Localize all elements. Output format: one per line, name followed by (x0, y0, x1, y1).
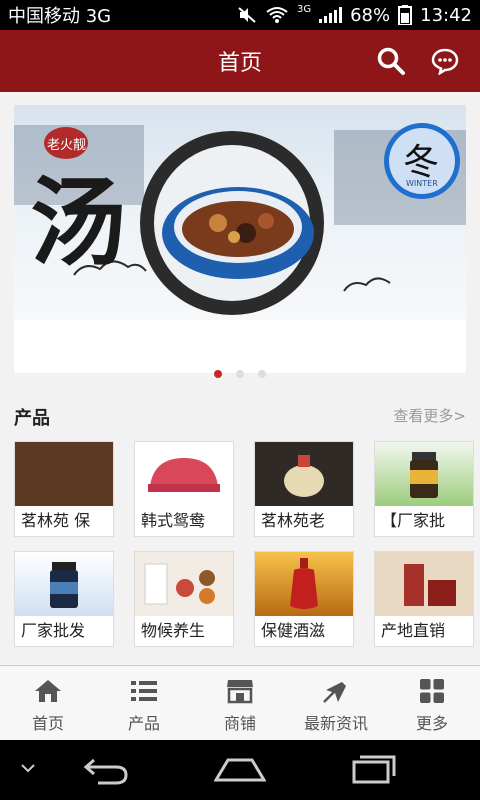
product-card[interactable]: 【厂家批 (374, 441, 474, 537)
product-card[interactable]: 物候养生 (134, 551, 234, 647)
carousel-indicator (0, 370, 480, 378)
product-name: 茗林苑老 (261, 511, 326, 530)
banner-seal-text: 老火靓 (47, 138, 87, 153)
home-icon (34, 678, 62, 704)
banner-winter-label: WINTER (406, 179, 438, 188)
product-name: 【厂家批 (381, 511, 446, 530)
battery-label: 68% (350, 4, 391, 26)
system-nav-bar (0, 740, 480, 800)
product-thumbnail (15, 442, 113, 506)
home-nav-icon (213, 758, 267, 782)
shop-icon (226, 678, 254, 704)
tab-more[interactable]: 更多 (384, 666, 480, 740)
product-card[interactable]: 保健酒滋 (254, 551, 354, 647)
tab-products[interactable]: 产品 (96, 666, 192, 740)
product-name: 厂家批发 (21, 621, 86, 640)
banner-carousel[interactable]: 汤 老火靓 冬 WINTER (14, 105, 466, 373)
list-icon (130, 678, 158, 704)
tab-shops[interactable]: 商铺 (192, 666, 288, 740)
product-thumbnail (255, 552, 353, 616)
back-icon (83, 758, 128, 785)
product-name: 产地直销 (381, 621, 446, 640)
product-thumbnail (375, 442, 473, 506)
tab-home[interactable]: 首页 (0, 666, 96, 740)
tab-news[interactable]: 最新资讯 (288, 666, 384, 740)
mute-icon (238, 7, 256, 23)
product-name: 物候养生 (141, 621, 206, 640)
banner-image: 汤 老火靓 冬 WINTER (14, 105, 466, 320)
section-title: 产品 (14, 408, 50, 429)
product-card[interactable]: 茗林苑老 (254, 441, 354, 537)
product-card[interactable]: 厂家批发 (14, 551, 114, 647)
app-header: 首页 (0, 30, 480, 92)
tab-label: 商铺 (223, 714, 256, 733)
product-name: 茗林苑 保 (21, 511, 91, 530)
wifi-icon (266, 7, 288, 23)
recents-button[interactable] (350, 752, 398, 790)
product-thumbnail (375, 552, 473, 616)
tab-label: 最新资讯 (303, 714, 368, 733)
clock: 13:42 (420, 4, 472, 26)
carousel-dot[interactable] (258, 370, 266, 378)
news-icon (322, 678, 350, 704)
back-button[interactable] (82, 754, 130, 790)
product-card[interactable]: 产地直销 (374, 551, 474, 647)
search-button[interactable] (374, 44, 408, 78)
network-label: 3G (296, 3, 312, 15)
product-thumbnail (15, 552, 113, 616)
product-thumbnail (135, 442, 233, 506)
grid-icon (418, 678, 446, 704)
banner-main-character: 汤 (30, 166, 126, 279)
carrier-label: 中国移动 3G (8, 6, 112, 27)
message-button[interactable] (428, 44, 462, 78)
product-card[interactable]: 茗林苑 保 (14, 441, 114, 537)
home-button[interactable] (213, 756, 267, 788)
view-more-link[interactable]: 查看更多> (393, 405, 466, 426)
collapse-button[interactable] (18, 758, 38, 782)
status-bar: 中国移动 3G 3G 68% 13:42 (0, 0, 480, 30)
carousel-dot[interactable] (214, 370, 222, 378)
carousel-dot[interactable] (236, 370, 244, 378)
tab-label: 首页 (31, 714, 64, 733)
product-name: 保健酒滋 (261, 621, 326, 640)
battery-icon (398, 5, 413, 25)
product-card[interactable]: 韩式鸳鸯 (134, 441, 234, 537)
page-title: 首页 (217, 51, 262, 76)
tab-label: 更多 (415, 714, 448, 733)
bottom-tab-bar: 首页 产品 商铺 最新资讯 更多 (0, 665, 480, 740)
signal-icon (319, 7, 343, 23)
product-thumbnail (135, 552, 233, 616)
banner-season-character: 冬 (403, 142, 440, 183)
product-thumbnail (255, 442, 353, 506)
recents-icon (352, 755, 396, 784)
product-name: 韩式鸳鸯 (141, 511, 206, 530)
tab-label: 产品 (127, 714, 160, 733)
chat-icon (431, 48, 459, 75)
search-icon (377, 47, 405, 75)
chevron-down-icon (21, 764, 35, 773)
